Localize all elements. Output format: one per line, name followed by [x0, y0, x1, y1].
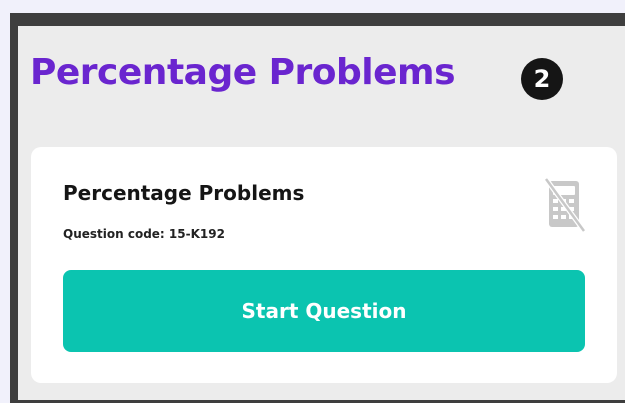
- question-title: Percentage Problems: [63, 181, 305, 205]
- page-title: Percentage Problems: [30, 52, 456, 93]
- step-number-badge: 2: [521, 58, 563, 100]
- calculator-not-allowed-icon: [545, 177, 585, 233]
- question-code: Question code: 15-K192: [63, 227, 225, 241]
- question-card: Percentage Problems Question code: 15-K1…: [31, 147, 617, 383]
- start-question-button[interactable]: Start Question: [63, 270, 585, 352]
